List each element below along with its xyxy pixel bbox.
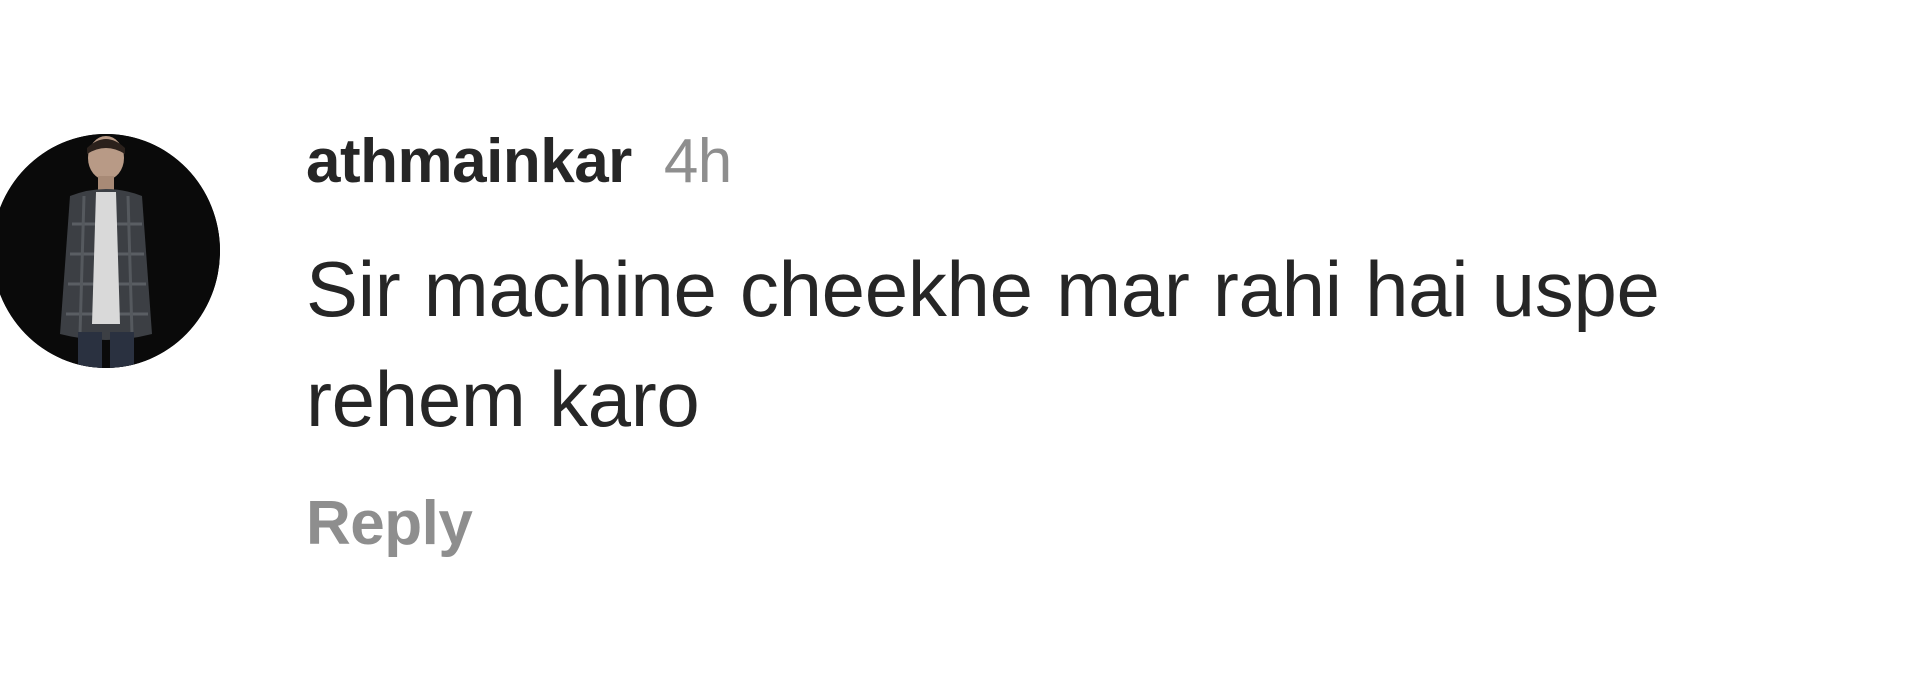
avatar[interactable] xyxy=(0,134,220,368)
user-avatar-icon xyxy=(0,134,220,368)
username-link[interactable]: athmainkar xyxy=(306,126,632,197)
reply-button[interactable]: Reply xyxy=(306,488,473,559)
comment-meta: athmainkar 4h xyxy=(306,126,1906,206)
comment-timestamp: 4h xyxy=(663,127,732,196)
comment-item: athmainkar 4h Sir machine cheekhe mar ra… xyxy=(0,0,1920,692)
comment-text-line: Sir machine cheekhe mar rahi hai uspe xyxy=(306,245,1660,333)
comment-text: Sir machine cheekhe mar rahi hai uspe re… xyxy=(306,234,1906,454)
comment-text-line: rehem karo xyxy=(306,355,700,443)
comment-body: athmainkar 4h Sir machine cheekhe mar ra… xyxy=(306,126,1906,559)
